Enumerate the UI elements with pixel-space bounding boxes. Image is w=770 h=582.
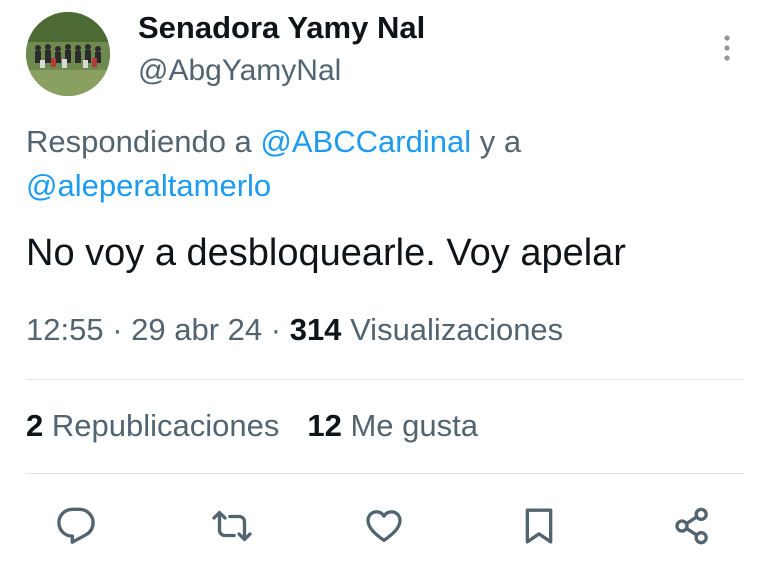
views-count: 314: [289, 312, 342, 347]
action-bar: [0, 500, 770, 552]
heart-icon: [366, 510, 402, 542]
likes-stat[interactable]: 12 Me gusta: [307, 408, 478, 444]
reply-icon: [57, 507, 95, 544]
bookmark-button[interactable]: [513, 500, 565, 552]
repost-icon: [212, 510, 252, 542]
tweet-stats: 2 Republicaciones 12 Me gusta: [26, 408, 478, 444]
repost-button[interactable]: [206, 500, 258, 552]
reposts-count: 2: [26, 408, 44, 443]
more-vertical-icon: [724, 35, 730, 61]
reply-joiner: y a: [471, 124, 522, 159]
avatar-group-photo: [26, 12, 110, 96]
tweet-date[interactable]: 29 abr 24: [131, 312, 262, 347]
meta-separator: ·: [103, 312, 132, 347]
share-icon: [675, 507, 708, 545]
likes-label: Me gusta: [350, 408, 478, 443]
tweet-time[interactable]: 12:55: [26, 312, 104, 347]
mention-link[interactable]: @ABCCardinal: [260, 124, 471, 159]
divider: [26, 473, 744, 474]
views-label: Visualizaciones: [350, 312, 564, 347]
divider: [26, 379, 744, 380]
tweet-meta: 12:55 · 29 abr 24 · 314 Visualizaciones: [26, 312, 563, 348]
reposts-stat[interactable]: 2 Republicaciones: [26, 408, 279, 444]
meta-separator: ·: [262, 312, 290, 347]
reposts-label: Republicaciones: [51, 408, 280, 443]
reply-button[interactable]: [50, 500, 102, 552]
likes-count: 12: [307, 408, 342, 443]
tweet-text: No voy a desbloquearle. Voy apelar: [26, 232, 626, 274]
share-button[interactable]: [666, 500, 718, 552]
bookmark-icon: [525, 508, 553, 544]
reply-prefix: Respondiendo a: [26, 124, 261, 159]
reply-context: Respondiendo a @ABCCardinal y a @alepera…: [26, 120, 746, 208]
more-options-button[interactable]: [712, 28, 742, 68]
mention-link[interactable]: @aleperaltamerlo: [26, 168, 271, 203]
author-handle[interactable]: @AbgYamyNal: [138, 54, 341, 88]
like-button[interactable]: [358, 500, 410, 552]
avatar[interactable]: [26, 12, 110, 96]
author-name[interactable]: Senadora Yamy Nal: [138, 10, 425, 46]
